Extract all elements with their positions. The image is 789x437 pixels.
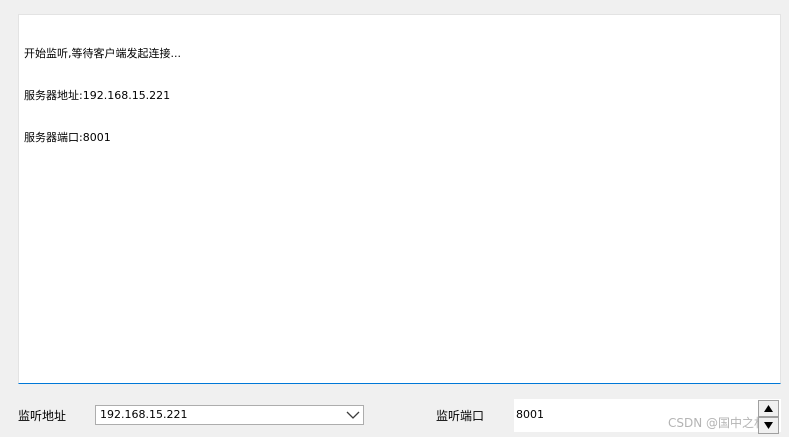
port-value: 8001 bbox=[516, 408, 544, 421]
log-line: 服务器端口:8001 bbox=[24, 131, 111, 144]
address-combobox[interactable]: 192.168.15.221 bbox=[95, 405, 364, 425]
log-line: 开始监听,等待客户端发起连接... bbox=[24, 47, 181, 60]
port-decrement-button[interactable] bbox=[758, 417, 779, 434]
log-line: 服务器地址:192.168.15.221 bbox=[24, 89, 171, 102]
port-increment-button[interactable] bbox=[758, 400, 779, 417]
port-label: 监听端口 bbox=[436, 409, 485, 423]
address-label: 监听地址 bbox=[18, 409, 67, 423]
address-value: 192.168.15.221 bbox=[100, 408, 188, 421]
log-textbox[interactable]: 开始监听,等待客户端发起连接... 服务器地址:192.168.15.221 服… bbox=[18, 14, 781, 384]
chevron-down-icon[interactable] bbox=[344, 406, 362, 424]
csdn-watermark: CSDN @国中之林 bbox=[668, 416, 767, 430]
